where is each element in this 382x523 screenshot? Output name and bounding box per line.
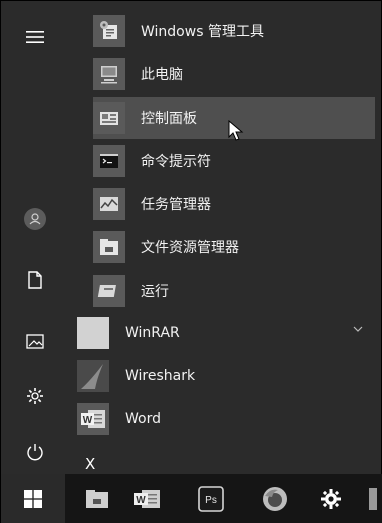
admin-tools-icon: [93, 15, 125, 47]
mouse-cursor-icon: [228, 120, 244, 141]
control-panel-icon: [93, 102, 125, 134]
menu-item-label: 命令提示符: [141, 154, 211, 170]
pictures-icon: [26, 333, 44, 349]
menu-item-label: 控制面板: [141, 111, 197, 127]
documents-button[interactable]: [1, 260, 69, 300]
menu-item-task-manager[interactable]: 任务管理器: [93, 183, 375, 225]
menu-item-file-explorer[interactable]: 文件资源管理器: [93, 226, 375, 268]
start-menu: Windows 管理工具 此电脑 控制面板 命令提示符 任务管理器 文件资源管理…: [0, 0, 382, 523]
power-button[interactable]: [1, 432, 69, 472]
menu-item-command-prompt[interactable]: 命令提示符: [93, 140, 375, 182]
command-prompt-icon: [93, 145, 125, 177]
task-manager-icon: [93, 188, 125, 220]
chevron-down-icon[interactable]: [353, 326, 363, 332]
menu-item-label: Word: [125, 411, 161, 427]
settings-icon: [27, 388, 43, 404]
expand-menu-button[interactable]: [1, 17, 69, 57]
wireshark-icon: [77, 360, 109, 392]
user-avatar-icon: [24, 208, 46, 230]
taskbar-photoshop[interactable]: Ps: [187, 474, 235, 523]
user-account-button[interactable]: [1, 199, 69, 239]
svg-text:W: W: [83, 415, 93, 426]
windows-start-icon: [24, 490, 42, 508]
taskbar-settings[interactable]: [307, 474, 355, 523]
start-menu-rail: [1, 1, 69, 474]
menu-item-run[interactable]: 运行: [93, 270, 375, 312]
menu-item-label: 运行: [141, 284, 169, 300]
taskbar-firefox[interactable]: [251, 474, 299, 523]
winrar-icon: [77, 317, 109, 349]
menu-item-label: Wireshark: [125, 368, 196, 384]
svg-text:Ps: Ps: [205, 495, 217, 506]
photoshop-icon: Ps: [198, 486, 224, 512]
svg-text:W: W: [136, 495, 146, 506]
firefox-icon: [263, 487, 287, 511]
word-icon: W: [77, 403, 109, 435]
menu-item-label: 任务管理器: [141, 197, 211, 213]
menu-item-this-pc[interactable]: 此电脑: [93, 53, 375, 95]
run-icon: [93, 275, 125, 307]
menu-item-admin-tools[interactable]: Windows 管理工具: [93, 10, 375, 52]
menu-item-word[interactable]: W Word: [77, 398, 375, 440]
menu-item-winrar[interactable]: WinRAR: [77, 312, 375, 354]
menu-item-label: 此电脑: [141, 67, 183, 83]
start-button[interactable]: [1, 474, 65, 523]
taskbar-app-partial[interactable]: [361, 474, 382, 523]
settings-button[interactable]: [1, 376, 69, 416]
taskbar-file-explorer[interactable]: [73, 474, 121, 523]
menu-item-label: WinRAR: [125, 325, 180, 341]
app-icon: [369, 488, 377, 510]
taskbar-word[interactable]: W: [123, 474, 171, 523]
section-letter-header[interactable]: X: [85, 455, 95, 473]
file-explorer-icon: [93, 231, 125, 263]
word-icon: W: [134, 490, 160, 508]
menu-item-label: 文件资源管理器: [141, 240, 239, 256]
power-icon: [27, 444, 43, 461]
this-pc-icon: [93, 58, 125, 90]
menu-item-wireshark[interactable]: Wireshark: [77, 355, 375, 397]
settings-icon: [321, 489, 341, 509]
menu-item-label: Windows 管理工具: [141, 24, 264, 40]
file-explorer-icon: [86, 490, 108, 508]
hamburger-icon: [26, 31, 44, 43]
document-icon: [28, 271, 42, 289]
taskbar: W Ps: [1, 474, 382, 523]
app-list: Windows 管理工具 此电脑 控制面板 命令提示符 任务管理器 文件资源管理…: [69, 1, 382, 474]
pictures-button[interactable]: [1, 321, 69, 361]
